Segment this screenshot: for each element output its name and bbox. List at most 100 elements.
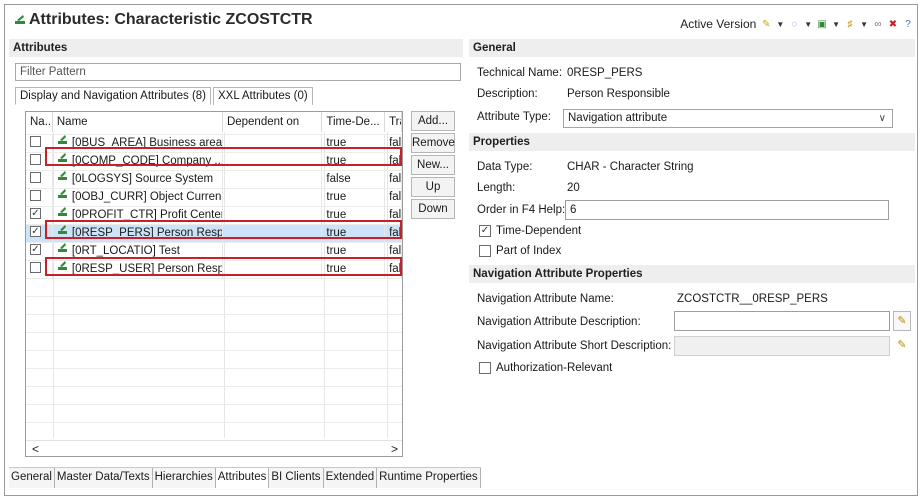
- scroll-left-icon[interactable]: <: [32, 441, 39, 456]
- nav-attribute-name-value: ZCOSTCTR__0RESP_PERS: [677, 293, 828, 305]
- navigation-cell: [26, 188, 53, 206]
- description-label: Description:: [477, 88, 538, 100]
- navigation-checkbox[interactable]: [30, 172, 41, 184]
- filter-input[interactable]: Filter Pattern: [15, 63, 461, 81]
- authorization-relevant-checkbox[interactable]: [479, 362, 491, 374]
- title-bar: Attributes: Characteristic ZCOSTCTR Acti…: [5, 5, 917, 35]
- transitive-cell: fals: [385, 188, 402, 206]
- new-button[interactable]: New...: [411, 155, 455, 175]
- part-of-index-label: Part of Index: [496, 245, 562, 257]
- row-divider: [26, 170, 402, 171]
- row-divider: [26, 188, 402, 189]
- remove-button[interactable]: Remove: [411, 133, 455, 153]
- chevron-down-icon: ∨: [878, 113, 886, 124]
- tab-hierarchies[interactable]: Hierarchies: [152, 468, 216, 488]
- row-divider: [26, 278, 402, 279]
- row-divider: [26, 404, 402, 405]
- column-header-navigation[interactable]: Na...: [26, 112, 53, 132]
- version-toolbar: Active Version ✎ ▼ ◌ ▼ ▣ ▼ ♯ ▼ ∞ ✖ ?: [680, 17, 913, 31]
- attribute-name-cell: [0LOGSYS] Source System: [53, 170, 223, 188]
- column-header-transitive[interactable]: Tra: [385, 112, 402, 132]
- up-button[interactable]: Up: [411, 177, 455, 197]
- row-divider: [26, 386, 402, 387]
- chevron-down-icon[interactable]: ▼: [860, 20, 868, 29]
- navigation-checkbox[interactable]: [30, 190, 41, 202]
- link-icon[interactable]: ∞: [873, 19, 883, 30]
- attribute-name: [0OBJ_CURR] Object Curren...: [71, 191, 223, 204]
- chevron-down-icon[interactable]: ▼: [832, 20, 840, 29]
- chart-icon[interactable]: ▣: [817, 19, 827, 30]
- attribute-type-select[interactable]: Navigation attribute ∨: [563, 109, 893, 128]
- help-icon[interactable]: ?: [903, 19, 913, 30]
- navigation-checkbox[interactable]: [30, 136, 41, 148]
- part-of-index-checkbox[interactable]: [479, 245, 491, 257]
- tab-general[interactable]: General: [9, 468, 55, 488]
- activate-icon[interactable]: ✎: [761, 19, 771, 30]
- general-section-header: General: [469, 39, 915, 57]
- attributes-icon: [13, 13, 27, 27]
- highlight-box-resp-pers: [45, 220, 402, 239]
- highlight-box-comp-code: [45, 147, 402, 166]
- data-type-value: CHAR - Character String: [567, 161, 694, 173]
- transitive-cell: fals: [385, 170, 402, 188]
- table-row[interactable]: [0OBJ_CURR] Object Curren... truefals: [26, 188, 402, 206]
- attribute-subtabs: Display and Navigation Attributes (8) XX…: [15, 87, 313, 105]
- navigation-checkbox[interactable]: ✓: [30, 208, 41, 220]
- order-f4-label: Order in F4 Help:: [477, 204, 566, 216]
- horizontal-scrollbar[interactable]: < >: [26, 440, 402, 456]
- tab-xxl-attributes[interactable]: XXL Attributes (0): [213, 87, 313, 105]
- tab-attributes[interactable]: Attributes: [215, 468, 270, 488]
- time-dependent-checkbox[interactable]: ✓: [479, 225, 491, 237]
- row-divider: [26, 134, 402, 135]
- row-divider: [26, 206, 402, 207]
- properties-section-header: Properties: [469, 133, 915, 151]
- authorization-relevant-row[interactable]: Authorization-Relevant: [479, 362, 612, 374]
- tab-extended[interactable]: Extended: [323, 468, 378, 488]
- authorization-relevant-label: Authorization-Relevant: [496, 362, 613, 374]
- tab-runtime-properties[interactable]: Runtime Properties: [377, 468, 481, 488]
- wrench-icon[interactable]: ♯: [845, 19, 855, 30]
- editor-window: Attributes: Characteristic ZCOSTCTR Acti…: [4, 4, 918, 496]
- nav-attribute-short-description-label: Navigation Attribute Short Description:: [477, 340, 672, 352]
- page-title: Attributes: Characteristic ZCOSTCTR: [29, 11, 313, 28]
- highlight-box-resp-user: [45, 257, 402, 276]
- nav-attribute-name-label: Navigation Attribute Name:: [477, 293, 614, 305]
- time-dependent-cell: false: [322, 170, 386, 188]
- attributes-section-header: Attributes: [9, 39, 463, 57]
- down-button[interactable]: Down: [411, 199, 455, 219]
- add-button[interactable]: Add...: [411, 111, 455, 131]
- edit-short-description-pencil-icon[interactable]: ✎: [893, 336, 911, 356]
- edit-description-pencil-icon[interactable]: ✎: [893, 311, 911, 331]
- description-value: Person Responsible: [567, 88, 670, 100]
- column-header-name[interactable]: Name: [53, 112, 223, 132]
- nav-attribute-description-input[interactable]: [674, 311, 890, 331]
- tab-bi-clients[interactable]: BI Clients: [269, 468, 324, 488]
- editor-tabs: General Master Data/Texts Hierarchies At…: [9, 467, 481, 488]
- order-f4-input[interactable]: 6: [565, 200, 889, 220]
- dependent-on-cell: [223, 170, 323, 188]
- row-divider: [26, 296, 402, 297]
- technical-name-label: Technical Name:: [477, 67, 563, 79]
- length-label: Length:: [477, 182, 516, 194]
- navigation-checkbox[interactable]: ✓: [30, 244, 41, 256]
- part-of-index-row[interactable]: Part of Index: [479, 245, 561, 257]
- tab-display-navigation-attributes[interactable]: Display and Navigation Attributes (8): [15, 87, 212, 105]
- attribute-icon: [57, 170, 69, 188]
- attribute-icon: [57, 188, 69, 206]
- chevron-down-icon[interactable]: ▼: [776, 20, 784, 29]
- table-header: Na... Name Dependent on Time-De... Tra: [26, 112, 402, 132]
- column-header-time-dependent[interactable]: Time-De...: [322, 112, 386, 132]
- tab-master-data-texts[interactable]: Master Data/Texts: [54, 468, 153, 488]
- column-header-dependent-on[interactable]: Dependent on: [223, 112, 323, 132]
- attribute-name-cell: [0OBJ_CURR] Object Curren...: [53, 188, 223, 206]
- scroll-right-icon[interactable]: >: [391, 441, 398, 456]
- navigation-checkbox[interactable]: [30, 262, 41, 274]
- chevron-down-icon[interactable]: ▼: [804, 20, 812, 29]
- compare-icon[interactable]: ◌: [789, 19, 799, 30]
- close-icon[interactable]: ✖: [888, 19, 898, 30]
- navigation-checkbox[interactable]: ✓: [30, 226, 41, 238]
- table-row[interactable]: [0LOGSYS] Source System falsefals: [26, 170, 402, 188]
- time-dependent-row[interactable]: ✓ Time-Dependent: [479, 225, 581, 237]
- time-dependent-cell: true: [322, 188, 386, 206]
- navigation-checkbox[interactable]: [30, 154, 41, 166]
